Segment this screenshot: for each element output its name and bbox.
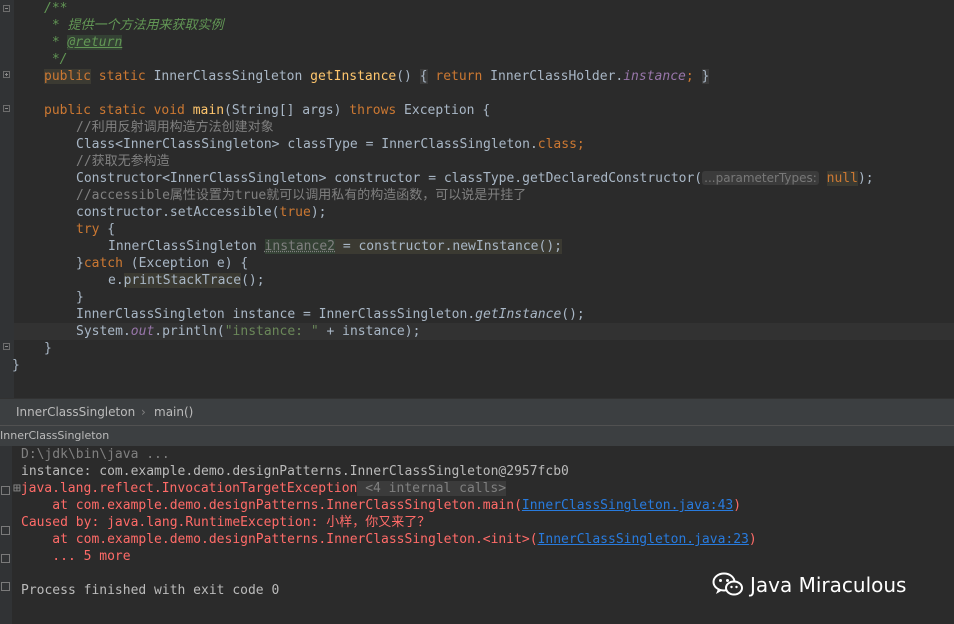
code-line: //accessible属性设置为true就可以调用私有的构造函数，可以说是开挂… (76, 188, 527, 203)
breadcrumb: InnerClassSingleton › main() (0, 398, 954, 426)
breadcrumb-method[interactable]: main() (154, 399, 193, 426)
console-line: at com.example.demo.designPatterns.Inner… (21, 498, 742, 513)
unused-variable: instance2 (264, 239, 335, 254)
code-line: e.printStackTrace(); (108, 273, 265, 288)
code-editor[interactable]: /** * 提供一个方法用来获取实例 * @return */ public s… (0, 0, 954, 398)
code-line: /** (44, 1, 68, 16)
code-line: * 提供一个方法用来获取实例 (44, 18, 224, 33)
code-line: System.out.println("instance: " + instan… (76, 324, 421, 339)
code-line: public static void main(String[] args) t… (44, 103, 491, 118)
breadcrumb-class[interactable]: InnerClassSingleton (16, 399, 135, 426)
fold-marker[interactable] (3, 343, 10, 350)
code-line: Class<InnerClassSingleton> classType = I… (76, 137, 585, 152)
code-line: }catch (Exception e) { (76, 256, 249, 271)
console-line: Process finished with exit code 0 (21, 583, 280, 598)
code-line: //获取无参构造 (76, 154, 170, 169)
expand-icon[interactable] (1, 486, 10, 495)
console-line: ... 5 more (21, 549, 131, 564)
wechat-icon (712, 572, 743, 596)
code-line: //利用反射调用构造方法创建对象 (76, 120, 274, 135)
internal-calls-fold[interactable]: <4 internal calls> (357, 481, 507, 496)
code-line: try { (76, 222, 116, 237)
code-line: InnerClassSingleton instance = InnerClas… (76, 307, 585, 322)
fold-marker[interactable] (3, 5, 10, 12)
run-tool-window-header: InnerClassSingleton (0, 425, 954, 446)
collapse-icon[interactable] (1, 526, 10, 535)
code-line: } (44, 341, 52, 356)
watermark: Java Miraculous (712, 570, 906, 600)
console-line: Caused by: java.lang.RuntimeException: 小… (21, 515, 431, 530)
watermark-text: Java Miraculous (750, 573, 907, 597)
editor-gutter (0, 0, 14, 398)
soft-wrap-icon[interactable] (1, 554, 10, 563)
code-line: */ (44, 52, 68, 67)
stack-trace-link[interactable]: InnerClassSingleton.java:43 (522, 498, 733, 513)
code-line: InnerClassSingleton instance2 = construc… (108, 239, 562, 254)
fold-expand-marker[interactable] (3, 71, 10, 78)
console-line: at com.example.demo.designPatterns.Inner… (21, 532, 757, 547)
code-line: } (12, 358, 20, 373)
breadcrumb-separator: › (141, 405, 146, 419)
console-line: D:\jdk\bin\java ... (21, 447, 170, 462)
code-line: Constructor<InnerClassSingleton> constru… (76, 171, 874, 186)
fold-marker[interactable] (3, 105, 10, 112)
console-line: instance: com.example.demo.designPattern… (21, 464, 569, 479)
parameter-hint: ...parameterTypes: (702, 171, 819, 185)
code-line: constructor.setAccessible(true); (76, 205, 327, 220)
stack-trace-link[interactable]: InnerClassSingleton.java:23 (538, 532, 749, 547)
console-gutter (0, 446, 12, 624)
code-line: } (76, 290, 84, 305)
code-line: public static InnerClassSingleton getIns… (44, 69, 710, 84)
code-line: * @return (44, 35, 123, 50)
pin-icon[interactable] (1, 582, 10, 591)
run-tab-title[interactable]: InnerClassSingleton (0, 426, 109, 446)
console-line: ⊞java.lang.reflect.InvocationTargetExcep… (13, 481, 507, 496)
